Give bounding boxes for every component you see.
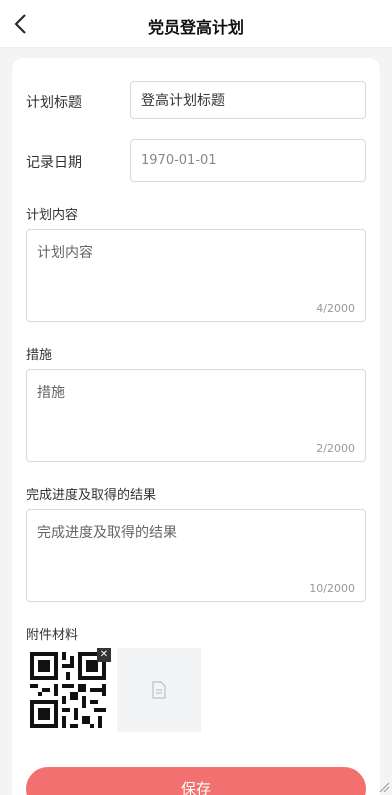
plan-content-count: 4/2000 — [316, 302, 355, 315]
form-card: 计划标题 登高计划标题 记录日期 1970-01-01 计划内容 计划内容 4/… — [12, 58, 380, 795]
measures-label: 措施 — [26, 348, 53, 363]
measures-textarea[interactable]: 措施 2/2000 — [26, 369, 366, 462]
progress-placeholder: 完成进度及取得的结果 — [37, 525, 177, 541]
plan-content-label: 计划内容 — [26, 208, 79, 223]
record-date-value: 1970-01-01 — [141, 153, 217, 168]
plan-content-textarea[interactable]: 计划内容 4/2000 — [26, 229, 366, 322]
upload-attachment-button[interactable] — [117, 648, 201, 732]
progress-textarea[interactable]: 完成进度及取得的结果 10/2000 — [26, 509, 366, 602]
record-date-label: 记录日期 — [26, 155, 82, 171]
attachment-thumbnail[interactable]: ✕ — [26, 648, 111, 732]
page-title: 党员登高计划 — [147, 18, 244, 37]
progress-count: 10/2000 — [309, 582, 355, 595]
resize-handle-icon[interactable] — [378, 781, 390, 793]
delete-attachment-icon[interactable]: ✕ — [97, 648, 111, 662]
plan-title-label: 计划标题 — [26, 95, 82, 111]
attachments-label: 附件材料 — [26, 628, 79, 643]
measures-placeholder: 措施 — [37, 385, 65, 401]
file-icon — [152, 681, 166, 699]
plan-content-placeholder: 计划内容 — [37, 245, 93, 261]
record-date-input[interactable]: 1970-01-01 — [130, 139, 366, 182]
progress-label: 完成进度及取得的结果 — [26, 488, 157, 503]
navigation-bar: 党员登高计划 — [0, 0, 392, 48]
measures-count: 2/2000 — [316, 442, 355, 455]
plan-title-value: 登高计划标题 — [141, 93, 225, 109]
save-button[interactable]: 保存 — [26, 767, 366, 795]
plan-title-input[interactable]: 登高计划标题 — [130, 81, 366, 119]
